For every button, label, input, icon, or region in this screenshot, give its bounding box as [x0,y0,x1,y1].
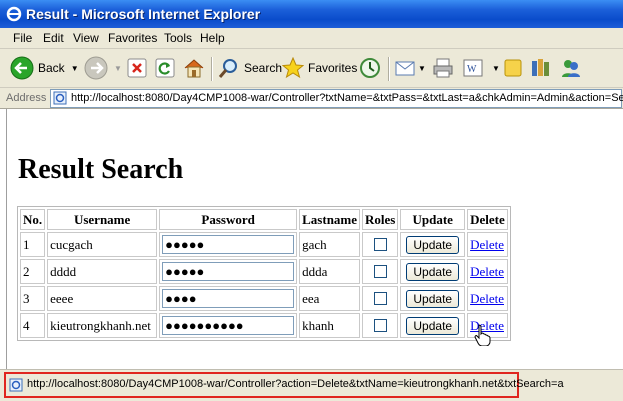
mail-dropdown-icon[interactable]: ▼ [418,64,426,73]
title-bar: Result - Microsoft Internet Explorer [0,0,623,28]
delete-link[interactable]: Delete [470,264,504,279]
svg-text:W: W [467,64,477,75]
favorites-label: Favorites [308,61,358,75]
col-header-delete: Delete [467,209,508,230]
cell-lastname: gach [299,232,361,257]
menu-edit[interactable]: Edit [43,31,64,45]
favorites-star-icon [282,57,304,79]
update-button[interactable]: Update [406,235,460,254]
password-field[interactable]: ●●●● [162,289,295,308]
history-button[interactable] [359,55,381,81]
edit-word-button[interactable]: W ▼ [462,55,500,81]
address-bar: Address http://localhost:8080/Day4CMP100… [0,88,623,109]
home-button[interactable] [183,55,205,81]
menu-help[interactable]: Help [200,31,225,45]
password-field[interactable]: ●●●●● [162,235,295,254]
stop-button[interactable] [127,55,147,81]
address-input[interactable]: http://localhost:8080/Day4CMP1008-war/Co… [50,89,623,108]
page-icon [9,378,23,392]
stop-icon [127,58,147,78]
menu-favorites[interactable]: Favorites [108,31,157,45]
hand-cursor-icon [474,324,491,346]
cell-no: 1 [20,232,46,257]
favorites-button[interactable]: Favorites [282,55,357,81]
research-books-icon [532,59,549,76]
messenger-icon [562,60,580,77]
col-header-update: Update [400,209,466,230]
page-icon [53,91,67,105]
word-edit-icon: W [463,59,483,77]
delete-link[interactable]: Delete [470,237,504,252]
update-button[interactable]: Update [406,316,460,335]
col-header-lastname: Lastname [299,209,361,230]
col-header-username: Username [47,209,158,230]
refresh-icon [155,58,175,78]
col-header-no: No. [20,209,46,230]
menu-file[interactable]: File [13,31,32,45]
roles-checkbox[interactable] [373,292,387,305]
messenger-button[interactable] [560,55,582,81]
roles-checkbox[interactable] [373,238,387,251]
forward-dropdown-icon[interactable]: ▼ [114,64,122,73]
research-button[interactable] [530,55,552,81]
cell-username: eeee [47,286,158,311]
search-icon [218,59,237,78]
history-icon [360,58,380,78]
results-table: No. Username Password Lastname Roles Upd… [17,206,511,341]
mail-button[interactable]: ▼ [394,55,426,81]
back-arrow-icon [10,56,34,80]
address-label: Address [6,92,47,104]
back-button[interactable]: Back ▼ [10,55,79,81]
table-header-row: No. Username Password Lastname Roles Upd… [20,209,508,230]
cell-username: cucgach [47,232,158,257]
menu-tools[interactable]: Tools [164,31,192,45]
roles-checkbox[interactable] [373,319,387,332]
table-row: 4 kieutrongkhanh.net ●●●●●●●●●● khanh Up… [20,313,508,338]
update-button[interactable]: Update [406,289,460,308]
print-icon [433,58,453,78]
cell-username: kieutrongkhanh.net [47,313,158,338]
table-row: 2 dddd ●●●●● ddda Update Delete [20,259,508,284]
cell-lastname: eea [299,286,361,311]
cell-lastname: khanh [299,313,361,338]
page-content: Result Search No. Username Password Last… [6,109,623,369]
cell-username: dddd [47,259,158,284]
cell-lastname: ddda [299,259,361,284]
forward-button[interactable]: ▼ [84,55,122,81]
search-label: Search [244,61,283,75]
page-heading: Result Search [18,154,184,185]
discuss-icon [504,59,522,77]
back-label: Back [38,61,65,75]
status-text: http://localhost:8080/Day4CMP1008-war/Co… [27,378,564,390]
cell-no: 2 [20,259,46,284]
cell-no: 3 [20,286,46,311]
table-row: 1 cucgach ●●●●● gach Update Delete [20,232,508,257]
print-button[interactable] [432,55,454,81]
ie-logo-icon [6,6,22,22]
window-title: Result - Microsoft Internet Explorer [26,6,261,22]
cell-no: 4 [20,313,46,338]
password-field[interactable]: ●●●●●●●●●● [162,316,295,335]
update-button[interactable]: Update [406,262,460,281]
forward-arrow-icon [84,56,108,80]
back-dropdown-icon[interactable]: ▼ [71,64,79,73]
status-bar: http://localhost:8080/Day4CMP1008-war/Co… [0,369,623,401]
refresh-button[interactable] [155,55,175,81]
roles-checkbox[interactable] [373,265,387,278]
col-header-password: Password [159,209,298,230]
status-highlight: http://localhost:8080/Day4CMP1008-war/Co… [4,372,564,398]
toolbar: Back ▼ ▼ Search Favorites ▼ W ▼ [0,49,623,88]
col-header-roles: Roles [362,209,399,230]
search-button[interactable]: Search [218,55,282,81]
discuss-button[interactable] [502,55,524,81]
menu-view[interactable]: View [73,31,99,45]
address-url: http://localhost:8080/Day4CMP1008-war/Co… [71,92,623,104]
password-field[interactable]: ●●●●● [162,262,295,281]
edit-dropdown-icon[interactable]: ▼ [492,64,500,73]
mail-icon [395,61,415,76]
home-icon [184,59,204,78]
delete-link[interactable]: Delete [470,291,504,306]
table-row: 3 eeee ●●●● eea Update Delete [20,286,508,311]
menu-bar: File Edit View Favorites Tools Help [0,28,623,49]
